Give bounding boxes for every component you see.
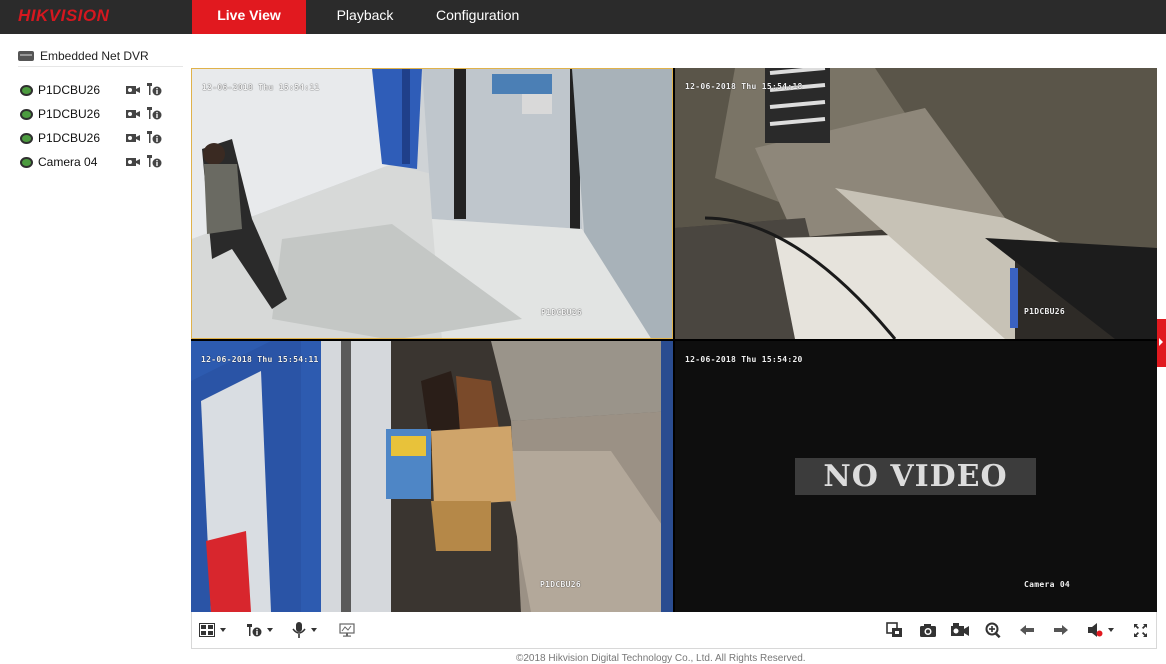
main-nav: Live View Playback Configuration xyxy=(192,0,533,34)
device-node[interactable]: Embedded Net DVR xyxy=(18,47,183,67)
camera-name-overlay: Camera 04 xyxy=(1024,580,1071,589)
digital-zoom-button[interactable] xyxy=(985,621,1002,639)
stop-all-icon xyxy=(886,622,902,637)
image-adjust-button[interactable] xyxy=(339,621,355,639)
video-tile[interactable]: 12-06-2018 Thu 15:54:11 P1DCBU26 xyxy=(191,341,673,612)
chevron-down-icon xyxy=(1108,628,1114,632)
camera-status-icon xyxy=(20,84,33,96)
camera-status-icon xyxy=(20,108,33,120)
live-view-toolbar xyxy=(191,612,1157,649)
microphone-button[interactable] xyxy=(292,621,317,639)
timestamp-overlay: 12-06-2018 Thu 15:54:18 xyxy=(685,82,803,91)
tab-live-view[interactable]: Live View xyxy=(192,0,306,34)
camera-status-icon xyxy=(20,156,33,168)
camera-label: P1DCBU26 xyxy=(38,83,101,97)
microphone-icon xyxy=(292,622,306,638)
window-layout-button[interactable] xyxy=(199,621,226,639)
record-icon[interactable] xyxy=(126,156,140,167)
camera-name-overlay: P1DCBU26 xyxy=(540,580,581,589)
record-icon[interactable] xyxy=(126,132,140,143)
fullscreen-icon xyxy=(1134,623,1147,637)
digital-zoom-icon xyxy=(985,622,1001,638)
camera-item[interactable]: P1DCBU26 xyxy=(20,102,180,126)
fullscreen-button[interactable] xyxy=(1133,621,1148,639)
volume-icon xyxy=(1088,623,1103,637)
chevron-down-icon xyxy=(267,628,273,632)
next-page-button[interactable] xyxy=(1053,621,1069,639)
chevron-down-icon xyxy=(311,628,317,632)
timestamp-overlay: 12-06-2018 Thu 15:54:20 xyxy=(685,355,803,364)
chevron-down-icon xyxy=(220,628,226,632)
camera-item[interactable]: P1DCBU26 xyxy=(20,126,180,150)
video-tile[interactable]: 12-06-2018 Thu 15:54:18 P1DCBU26 xyxy=(675,68,1157,339)
next-page-icon xyxy=(1054,625,1068,635)
stop-all-button[interactable] xyxy=(886,621,904,639)
camera-label: P1DCBU26 xyxy=(38,131,101,145)
top-navigation-bar: HIKVISION Live View Playback Configurati… xyxy=(0,0,1166,34)
camera-feed-image xyxy=(675,68,1157,339)
ptz-icon[interactable] xyxy=(146,82,162,97)
capture-icon xyxy=(920,623,936,637)
camera-name-overlay: P1DCBU26 xyxy=(541,308,582,317)
video-tile[interactable]: 12-06-2018 Thu 15:54:11 P1DCBU26 xyxy=(191,68,673,339)
image-adjust-icon xyxy=(339,623,355,637)
device-label: Embedded Net DVR xyxy=(40,48,149,63)
camera-list: P1DCBU26 P1DCBU26 P1DCBU26 Camera 04 xyxy=(20,78,180,174)
camera-label: P1DCBU26 xyxy=(38,107,101,121)
camera-feed-image xyxy=(191,341,673,612)
tab-configuration[interactable]: Configuration xyxy=(424,0,533,34)
timestamp-overlay: 12-06-2018 Thu 15:54:11 xyxy=(201,355,319,364)
camera-item[interactable]: P1DCBU26 xyxy=(20,78,180,102)
previous-page-button[interactable] xyxy=(1019,621,1035,639)
window-layout-icon xyxy=(199,623,215,637)
camera-feed-image xyxy=(192,69,672,338)
record-button[interactable] xyxy=(951,621,969,639)
camera-status-icon xyxy=(20,132,33,144)
camera-label: Camera 04 xyxy=(38,155,98,169)
volume-button[interactable] xyxy=(1087,621,1114,639)
no-video-banner: NO VIDEO xyxy=(795,458,1036,495)
camera-item[interactable]: Camera 04 xyxy=(20,150,180,174)
hikvision-logo: HIKVISION xyxy=(18,6,110,25)
ptz-control-icon xyxy=(247,623,262,636)
capture-button[interactable] xyxy=(919,621,937,639)
ptz-icon[interactable] xyxy=(146,130,162,145)
video-tile[interactable]: 12-06-2018 Thu 15:54:20 NO VIDEO Camera … xyxy=(675,341,1157,612)
ptz-control-button[interactable] xyxy=(246,621,273,639)
previous-page-icon xyxy=(1020,625,1034,635)
ptz-icon[interactable] xyxy=(146,106,162,121)
expand-panel-button[interactable] xyxy=(1157,319,1166,367)
record-icon xyxy=(951,623,969,636)
ptz-icon[interactable] xyxy=(146,154,162,169)
timestamp-overlay: 12-06-2018 Thu 15:54:11 xyxy=(202,83,320,92)
record-icon[interactable] xyxy=(126,84,140,95)
device-sidebar: Embedded Net DVR P1DCBU26 P1DCBU26 P1DCB… xyxy=(0,34,183,659)
camera-name-overlay: P1DCBU26 xyxy=(1024,307,1065,316)
tab-playback[interactable]: Playback xyxy=(306,0,424,34)
live-view-grid: 12-06-2018 Thu 15:54:11 P1DCBU26 12-06-2… xyxy=(191,68,1157,612)
record-icon[interactable] xyxy=(126,108,140,119)
dvr-icon xyxy=(18,50,34,61)
